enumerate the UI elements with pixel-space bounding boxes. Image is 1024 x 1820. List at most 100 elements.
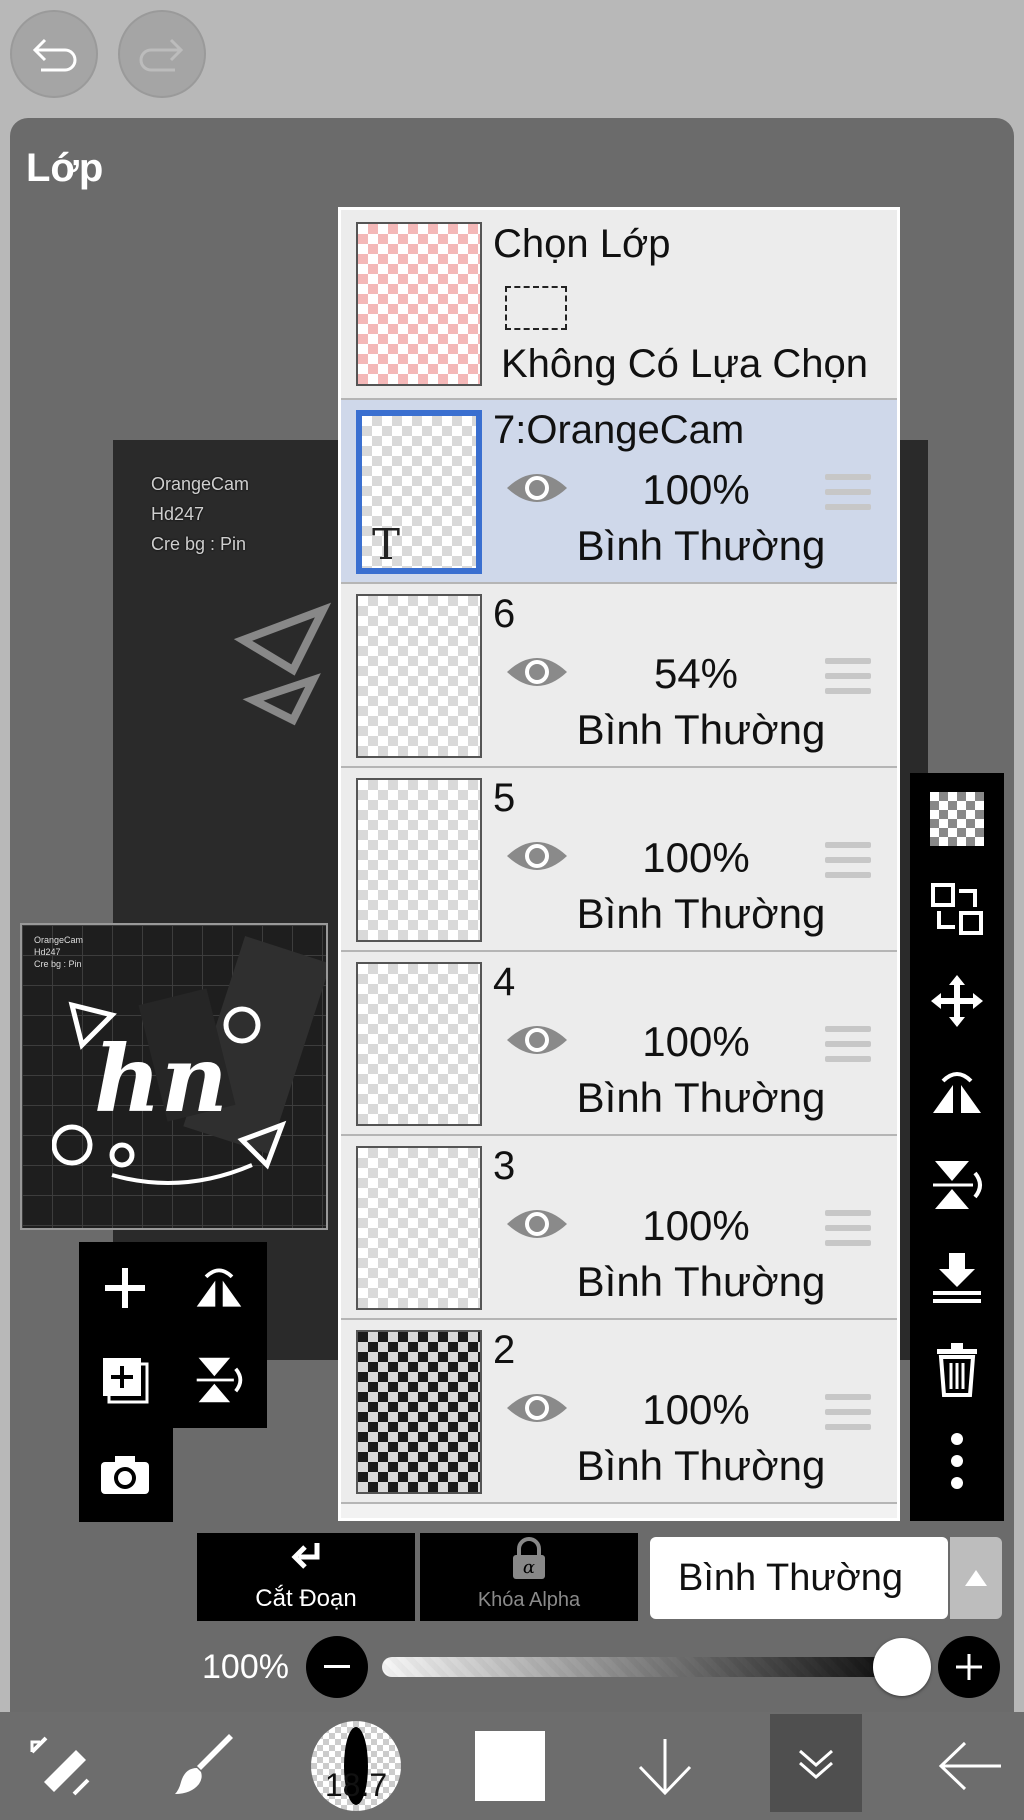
select-tool-button[interactable] [10, 1712, 110, 1820]
layer-opacity: 54% [653, 650, 739, 697]
opacity-plus-button[interactable] [938, 1636, 1000, 1698]
transparent-bg-icon [930, 792, 984, 846]
redo-icon [139, 38, 184, 72]
bottom-toolbar: 18.7 [0, 1712, 1024, 1820]
opacity-slider-knob[interactable] [873, 1638, 931, 1696]
eye-icon[interactable] [505, 1204, 569, 1244]
eye-icon[interactable] [505, 468, 569, 508]
move-icon [931, 975, 983, 1027]
layer-row[interactable]: 3 100% Bình Thường [341, 1136, 897, 1320]
collapse-button[interactable] [770, 1714, 862, 1812]
down-arrow-icon [638, 1739, 692, 1796]
clip-label: Cắt Đoạn [255, 1585, 357, 1612]
flip-horizontal-button[interactable] [927, 1063, 987, 1123]
canvas-text-line: Cre bg : Pin [151, 534, 247, 554]
eye-icon[interactable] [505, 652, 569, 692]
transparent-bg-button[interactable] [927, 789, 987, 849]
undo-icon [32, 38, 77, 72]
layer-row[interactable]: 4 100% Bình Thường [341, 952, 897, 1136]
undo-button[interactable] [10, 10, 98, 98]
layer-row[interactable]: 2 100% Bình Thường [341, 1320, 897, 1504]
collapse-icon [799, 1749, 833, 1779]
layer-opacity: 100% [642, 1202, 750, 1249]
layer-thumb [356, 1330, 482, 1494]
canvas-text-line: Hd247 [151, 504, 205, 524]
left-tools-block-lower [79, 1428, 173, 1522]
blend-mode-dropdown-button[interactable] [950, 1537, 1002, 1619]
layer-swap-button[interactable] [927, 879, 987, 939]
layer-down-button[interactable] [620, 1712, 710, 1820]
add-copy-layer-button[interactable] [95, 1350, 155, 1410]
layer-blend-mode: Bình Thường [576, 1442, 826, 1489]
drag-handle-icon[interactable] [825, 1394, 871, 1430]
layer-row[interactable]: T 7:OrangeCam 100% Bình Thường [341, 400, 897, 584]
layer-blend-mode: Bình Thường [576, 522, 826, 569]
layer-thumb [356, 1146, 482, 1310]
drag-handle-icon[interactable] [825, 1026, 871, 1062]
opacity-minus-button[interactable] [306, 1636, 368, 1698]
delete-layer-button[interactable] [927, 1339, 987, 1399]
add-layer-button[interactable] [95, 1258, 155, 1318]
alpha-lock-button[interactable]: α Khóa Alpha [420, 1533, 638, 1621]
layer-blend-mode: Bình Thường [576, 890, 826, 937]
color-swatch-button[interactable] [470, 1712, 550, 1820]
drag-handle-icon[interactable] [825, 842, 871, 878]
flip-vertical-icon [933, 1161, 982, 1209]
brush-button[interactable] [155, 1712, 255, 1820]
eye-icon[interactable] [505, 836, 569, 876]
opacity-slider-track[interactable] [382, 1657, 902, 1677]
layer-row[interactable]: 5 100% Bình Thường [341, 768, 897, 952]
drag-handle-icon[interactable] [825, 658, 871, 694]
layer-thumb: T [356, 410, 482, 574]
selection-layer-row[interactable]: Chọn Lớp Không Có Lựa Chọn [341, 210, 897, 400]
flip-horizontal-icon [933, 1072, 981, 1113]
back-arrow-icon [938, 1741, 1001, 1791]
brush-size-value: 18.7 [324, 1767, 388, 1803]
brush-icon [175, 1734, 233, 1794]
rotate-button[interactable] [189, 1350, 249, 1410]
layer-name: 6 [493, 592, 516, 636]
flip-button[interactable] [189, 1258, 249, 1318]
alpha-lock-label: Khóa Alpha [477, 1589, 581, 1611]
layer-opacity: 100% [642, 1386, 750, 1433]
layer-opacity: 100% [642, 834, 750, 881]
preview-text-line: Hd247 [34, 947, 61, 957]
layer-thumb [356, 962, 482, 1126]
navigator-preview[interactable]: OrangeCam Hd247 Cre bg : Pin hn [20, 923, 328, 1230]
svg-text:α: α [523, 1557, 535, 1578]
clip-arrow-icon [291, 1543, 320, 1569]
layer-list[interactable]: Chọn Lớp Không Có Lựa Chọn T 7:OrangeCam… [338, 207, 900, 1521]
merge-down-icon [933, 1253, 981, 1303]
rotate-icon [196, 1357, 243, 1403]
move-button[interactable] [927, 971, 987, 1031]
layer-row[interactable]: 6 54% Bình Thường [341, 584, 897, 768]
layer-opacity: 100% [642, 1018, 750, 1065]
camera-icon [101, 1456, 149, 1494]
drag-handle-icon[interactable] [825, 474, 871, 510]
flip-vertical-button[interactable] [927, 1155, 987, 1215]
eye-icon[interactable] [505, 1388, 569, 1428]
eye-icon[interactable] [505, 1020, 569, 1060]
clip-button[interactable]: Cắt Đoạn [197, 1533, 415, 1621]
more-button[interactable] [927, 1431, 987, 1491]
layer-blend-mode: Bình Thường [576, 1258, 826, 1305]
layer-name: 7:OrangeCam [493, 408, 745, 452]
add-layer-icon [105, 1268, 145, 1308]
add-copy-layer-icon [103, 1358, 149, 1404]
blend-mode-select[interactable]: Bình Thường [650, 1537, 948, 1619]
layer-name: 2 [493, 1328, 516, 1372]
drag-handle-icon[interactable] [825, 1210, 871, 1246]
opacity-label: 100% [202, 1648, 289, 1686]
canvas-decoration [233, 602, 332, 726]
redo-button[interactable] [118, 10, 206, 98]
brush-size-button[interactable]: 18.7 [308, 1712, 404, 1820]
layer-name: 3 [493, 1144, 516, 1188]
flip-icon [196, 1268, 242, 1307]
merge-down-button[interactable] [927, 1247, 987, 1307]
preview-decorations [52, 1001, 287, 1185]
lock-icon: α [513, 1537, 545, 1579]
camera-button[interactable] [95, 1444, 155, 1504]
back-button[interactable] [925, 1712, 1015, 1820]
brush-size-preview: 18.7 [311, 1721, 401, 1811]
selection-thumb [356, 222, 482, 386]
